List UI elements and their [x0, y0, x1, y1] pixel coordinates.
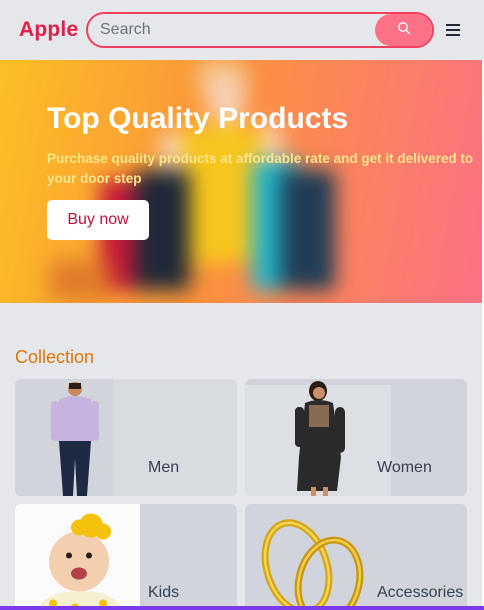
collection-card-men[interactable]: Men [15, 379, 237, 496]
collection-card-kids[interactable]: Kids [15, 504, 237, 610]
brand-logo[interactable]: Apple [19, 18, 78, 42]
collection-label-accessories: Accessories [377, 584, 464, 601]
search-input[interactable] [100, 14, 370, 46]
buy-now-button[interactable]: Buy now [47, 200, 149, 240]
search-bar [86, 12, 434, 48]
hero-title: Top Quality Products [47, 102, 349, 135]
collection-card-women[interactable]: Women [245, 379, 467, 496]
collection-card-accessories[interactable]: Accessories [245, 504, 467, 610]
kids-product-image [36, 513, 124, 610]
collection-label-kids: Kids [148, 584, 180, 601]
bottom-accent-line [0, 606, 484, 610]
men-product-image [51, 382, 99, 496]
women-product-image [295, 381, 345, 496]
collection-label-men: Men [148, 459, 180, 476]
collection-title: Collection [15, 347, 95, 367]
hamburger-menu-icon[interactable] [446, 20, 462, 40]
collection-label-women: Women [377, 459, 432, 476]
search-button[interactable] [375, 14, 432, 46]
search-icon [397, 21, 411, 40]
accessories-product-image [261, 519, 364, 610]
header: Apple [0, 0, 484, 60]
hero-banner: Top Quality Products Purchase quality pr… [0, 60, 482, 303]
hero-subtitle: Purchase quality products at affordable … [47, 151, 474, 186]
